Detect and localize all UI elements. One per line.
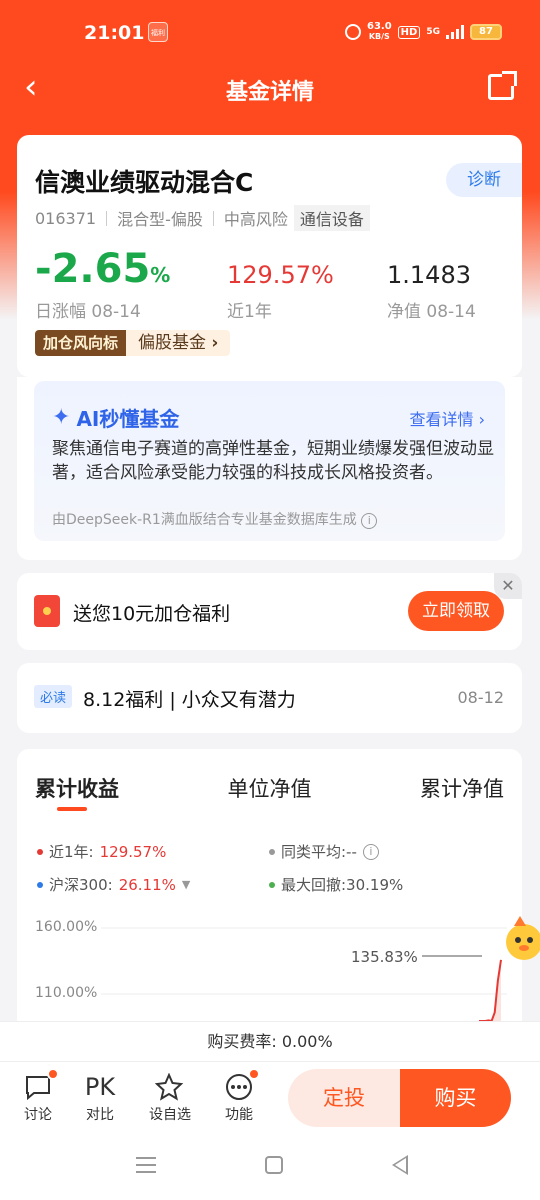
nav-value: 1.1483 — [387, 261, 471, 289]
fund-sector-tag[interactable]: 通信设备 — [293, 205, 370, 231]
nav-metric: 1.1483 净值 08-14 — [387, 247, 476, 322]
share-icon[interactable] — [488, 71, 517, 100]
tab-cumulative-nav[interactable]: 累计净值 — [420, 773, 504, 803]
claim-button[interactable]: 立即领取 — [408, 591, 504, 631]
chart-tabs: 累计收益 单位净值 累计净值 — [35, 773, 504, 803]
legend-dot — [37, 848, 43, 855]
star-plus-icon — [145, 1070, 195, 1104]
tab-unit-nav[interactable]: 单位净值 — [228, 773, 312, 803]
must-read-badge: 必读 — [34, 685, 73, 708]
badge-light: 偏股基金 › — [126, 330, 231, 356]
more-icon — [214, 1068, 264, 1104]
bottom-action-bar: 讨论 PK 对比 设自选 功能 定投 购买 — [0, 1061, 540, 1135]
diagnose-button[interactable]: 诊断 — [446, 163, 522, 197]
info-icon[interactable]: i — [362, 843, 379, 860]
app-notification-icon: 福利 — [148, 22, 168, 42]
buy-button[interactable]: 购买 — [400, 1069, 511, 1127]
return-chart[interactable]: 135.83% — [17, 909, 522, 1021]
active-tab-indicator — [57, 807, 87, 811]
daily-change-value: -2.65% — [35, 246, 171, 292]
page-title: 基金详情 — [225, 80, 314, 105]
nav-bar: ‹ 基金详情 — [0, 62, 540, 114]
legend-year: 近1年: 129.57% — [37, 841, 166, 862]
notification-dot — [47, 1068, 59, 1080]
fund-name: 信澳业绩驱动混合C — [35, 168, 254, 197]
legend-drawdown: 最大回撤:30.19% — [269, 874, 403, 895]
chat-icon — [13, 1068, 63, 1104]
year-return-metric: 129.57% 近1年 — [227, 247, 334, 322]
year-return-label: 近1年 — [227, 302, 272, 322]
ai-summary-box[interactable]: ✦ AI秒懂基金 查看详情 › 聚焦通信电子赛道的高弹性基金，短期业绩爆发强但波动… — [34, 381, 505, 541]
battery-icon: 87 — [470, 24, 502, 40]
badge-dark: 加仓风向标 — [35, 330, 127, 356]
fund-risk: 中高风险 — [223, 210, 288, 229]
functions-button[interactable]: 功能 — [214, 1068, 264, 1124]
fund-code: 016371 — [35, 208, 97, 228]
status-time: 21:01 — [84, 22, 145, 44]
net-speed: 63.0 KB/S — [366, 21, 392, 42]
alarm-icon — [344, 24, 361, 40]
ai-footer: 由DeepSeek-R1满血版结合专业基金数据库生成 i — [52, 509, 378, 529]
fund-summary-card: 信澳业绩驱动混合C 诊断 016371 混合型-偏股 中高风险 通信设备 -2.… — [17, 135, 522, 377]
news-date: 08-12 — [457, 688, 505, 707]
status-bar: 21:01 福利 63.0 KB/S HD 5G 87 — [0, 0, 540, 60]
ai-summary-card: ✦ AI秒懂基金 查看详情 › 聚焦通信电子赛道的高弹性基金，短期业绩爆发强但波动… — [17, 377, 522, 560]
signal-icon — [446, 25, 464, 39]
divider — [212, 210, 214, 226]
year-return-value: 129.57% — [227, 261, 334, 289]
chevron-right-icon: › — [478, 410, 485, 429]
tab-cumulative-return[interactable]: 累计收益 — [35, 773, 119, 803]
purchase-fee: 购买费率: 0.00% — [0, 1021, 540, 1061]
ai-summary-text: 聚焦通信电子赛道的高弹性基金，短期业绩爆发强但波动显著，适合风险承受能力较强的科… — [52, 439, 494, 483]
daily-change-metric: -2.65% 日涨幅 08-14 — [35, 247, 170, 322]
compare-button[interactable]: PK 对比 — [75, 1070, 125, 1124]
chevron-right-icon: › — [211, 333, 219, 353]
menu-icon[interactable] — [136, 1157, 156, 1173]
sparkle-icon: ✦ — [52, 405, 71, 430]
legend-peer-average: 同类平均:-- i — [269, 841, 379, 862]
auto-invest-button[interactable]: 定投 — [288, 1069, 400, 1127]
legend-dot — [269, 881, 275, 888]
status-icons: 63.0 KB/S HD 5G 87 — [344, 21, 502, 42]
daily-change-label: 日涨幅 08-14 — [35, 302, 141, 322]
ai-view-details-link[interactable]: 查看详情 › — [409, 406, 485, 430]
close-icon[interactable]: ✕ — [494, 573, 522, 599]
fund-tags: 016371 混合型-偏股 中高风险 通信设备 — [35, 205, 370, 231]
system-nav-bar — [0, 1135, 540, 1200]
gift-card: 送您10元加仓福利 立即领取 ✕ — [17, 573, 522, 650]
back-triangle-icon[interactable] — [392, 1155, 408, 1175]
notification-dot — [248, 1068, 260, 1080]
fund-badge[interactable]: 加仓风向标 偏股基金 › — [35, 330, 231, 356]
news-title[interactable]: 8.12福利 | 小众又有潜力 — [83, 685, 296, 712]
home-icon[interactable] — [265, 1156, 283, 1174]
network-label: 5G — [426, 27, 440, 37]
legend-dot — [269, 848, 275, 855]
legend-dot — [37, 881, 43, 888]
caret-down-icon[interactable]: ▼ — [182, 878, 190, 891]
legend-hs300[interactable]: 沪深300: 26.11% ▼ — [37, 874, 190, 895]
gift-text: 送您10元加仓福利 — [73, 603, 231, 625]
annotation-label: 135.83% — [351, 948, 418, 966]
chart-card: 累计收益 单位净值 累计净值 近1年: 129.57% 同类平均:-- i 沪深3… — [17, 749, 522, 1049]
pk-icon: PK — [84, 1073, 116, 1101]
fund-type: 混合型-偏股 — [117, 210, 203, 229]
red-envelope-icon — [34, 595, 60, 627]
info-icon[interactable]: i — [361, 513, 378, 529]
divider — [106, 210, 108, 226]
news-card[interactable]: 必读 8.12福利 | 小众又有潜力 08-12 — [17, 663, 522, 733]
nav-label: 净值 08-14 — [387, 302, 476, 322]
add-watchlist-button[interactable]: 设自选 — [145, 1070, 195, 1124]
ai-title: ✦ AI秒懂基金 — [52, 405, 180, 431]
hd-icon: HD — [397, 25, 421, 39]
mascot-icon[interactable] — [500, 912, 540, 968]
discuss-button[interactable]: 讨论 — [13, 1068, 63, 1124]
